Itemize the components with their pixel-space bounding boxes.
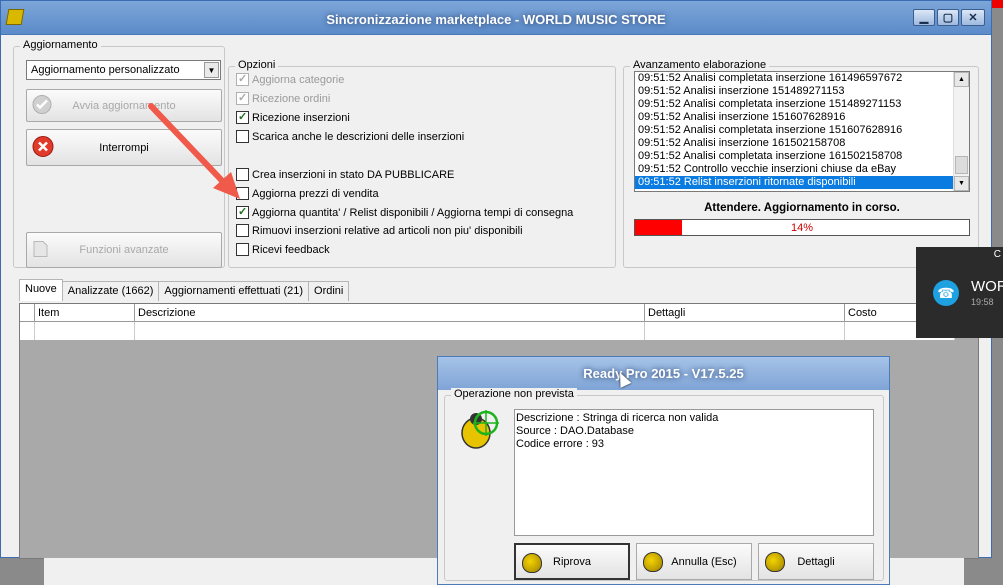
- progress-group-legend: Avanzamento elaborazione: [630, 59, 770, 71]
- annotation-arrow: [148, 103, 240, 199]
- scroll-down-icon[interactable]: ▼: [954, 176, 969, 191]
- option-checkbox[interactable]: [236, 243, 249, 256]
- tab-3[interactable]: Aggiornamenti effettuati (21): [158, 281, 310, 301]
- option-label: Scarica anche le descrizioni delle inser…: [252, 130, 465, 143]
- option-8[interactable]: Rimuovi inserzioni relative ad articoli …: [236, 224, 523, 237]
- option-checkbox[interactable]: [236, 206, 249, 219]
- grid-col-details[interactable]: Dettagli: [645, 304, 845, 322]
- option-label: Ricezione inserzioni: [252, 111, 350, 124]
- option-label: Crea inserzioni in stato DA PUBBLICARE: [252, 168, 455, 181]
- option-9[interactable]: Ricevi feedback: [236, 243, 330, 256]
- details-label: Dettagli: [797, 555, 835, 568]
- option-checkbox[interactable]: [236, 73, 249, 86]
- option-label: Aggiorna quantita' / Relist disponibili …: [252, 206, 574, 219]
- grid-header: Item Descrizione Dettagli Costo: [20, 304, 955, 322]
- status-text: Attendere. Aggiornamento in corso.: [704, 202, 900, 214]
- option-3[interactable]: Ricezione inserzioni: [236, 111, 350, 124]
- option-label: Rimuovi inserzioni relative ad articoli …: [252, 224, 523, 237]
- retry-button[interactable]: Riprova: [514, 543, 630, 580]
- grid-col-description[interactable]: Descrizione: [135, 304, 645, 322]
- grid-row[interactable]: [20, 322, 955, 340]
- log-line[interactable]: 09:51:52 Controllo vecchie inserzioni ch…: [635, 163, 969, 176]
- title-bar[interactable]: Sincronizzazione marketplace - WORLD MUS…: [1, 1, 991, 35]
- grid-col-item[interactable]: Item: [35, 304, 135, 322]
- error-icon: [32, 135, 54, 160]
- tab-bar: Nuove Analizzate (1662) Aggiornamenti effe…: [19, 279, 350, 303]
- tab-2[interactable]: Analizzate (1662): [61, 281, 160, 301]
- chevron-down-icon[interactable]: ▼: [204, 62, 219, 78]
- retry-label: Riprova: [553, 555, 591, 568]
- update-group-legend: Aggiornamento: [20, 39, 101, 51]
- progress-bar: 14%: [634, 219, 970, 236]
- option-label: Ricevi feedback: [252, 243, 330, 256]
- option-6[interactable]: Aggiorna prezzi di vendita: [236, 187, 379, 200]
- scroll-up-icon[interactable]: ▲: [954, 72, 969, 87]
- bug-stop-icon: [643, 552, 663, 572]
- error-description: Descrizione : Stringa di ricerca non val…: [516, 412, 719, 424]
- window-title: Sincronizzazione marketplace - WORLD MUS…: [326, 12, 666, 27]
- option-5[interactable]: Crea inserzioni in stato DA PUBBLICARE: [236, 168, 454, 181]
- document-icon: [32, 239, 50, 262]
- bug-target-icon: [456, 407, 502, 456]
- option-7[interactable]: Aggiorna quantita' / Relist disponibili …: [236, 206, 573, 219]
- log-scrollbar[interactable]: ▲ ▼: [953, 72, 969, 191]
- option-4[interactable]: Scarica anche le descrizioni delle inser…: [236, 130, 464, 143]
- options-group-legend: Opzioni: [235, 59, 279, 71]
- log-line[interactable]: 09:51:52 Relist inserzioni ritornate dis…: [635, 176, 969, 189]
- advanced-functions-label: Funzioni avanzate: [79, 244, 169, 256]
- details-button[interactable]: Dettagli: [758, 543, 874, 580]
- log-line[interactable]: 09:51:52 Analisi inserzione 161502158708: [635, 137, 969, 150]
- advanced-functions-button[interactable]: Funzioni avanzate: [26, 232, 222, 268]
- bug-play-icon: [522, 553, 542, 573]
- bug-search-icon: [765, 552, 785, 572]
- toast-title: WOR: [971, 278, 1003, 295]
- dialog-title[interactable]: Ready Pro 2015 - V17.5.25: [438, 357, 889, 390]
- cancel-button[interactable]: Annulla (Esc): [636, 543, 752, 580]
- progress-log[interactable]: 09:51:52 Analisi completata inserzione 1…: [634, 71, 970, 192]
- log-line[interactable]: 09:51:52 Analisi completata inserzione 1…: [635, 72, 969, 85]
- option-label: Aggiorna prezzi di vendita: [252, 187, 379, 200]
- option-label: Ricezione ordini: [252, 92, 331, 105]
- tab-4[interactable]: Ordini: [308, 281, 350, 301]
- scroll-thumb[interactable]: [955, 156, 968, 174]
- error-message-box[interactable]: Descrizione : Stringa di ricerca non val…: [514, 409, 874, 536]
- check-circle-icon: [32, 94, 52, 117]
- dialog-group-legend: Operazione non prevista: [451, 388, 577, 400]
- tab-1[interactable]: Nuove: [19, 279, 63, 301]
- log-line[interactable]: 09:51:52 Analisi inserzione 151489271153: [635, 85, 969, 98]
- minimize-button[interactable]: ▁: [913, 9, 935, 26]
- maximize-button[interactable]: ▢: [937, 9, 959, 26]
- option-checkbox[interactable]: [236, 224, 249, 237]
- toast-time: 19:58: [971, 297, 994, 307]
- log-line[interactable]: 09:51:52 Analisi inserzione 151607628916: [635, 111, 969, 124]
- update-mode-value: Aggiornamento personalizzato: [31, 64, 180, 76]
- log-line[interactable]: 09:51:52 Analisi completata inserzione 1…: [635, 150, 969, 163]
- phone-icon: ☎: [933, 280, 959, 306]
- error-source: Source : DAO.Database: [516, 425, 635, 437]
- progress-percent: 14%: [790, 222, 814, 234]
- toast-header: C: [993, 249, 1001, 260]
- update-mode-select[interactable]: Aggiornamento personalizzato ▼: [26, 60, 221, 80]
- option-1[interactable]: Aggiorna categorie: [236, 73, 344, 86]
- log-line[interactable]: 09:51:52 Analisi completata inserzione 1…: [635, 124, 969, 137]
- log-line[interactable]: 09:51:52 Analisi completata inserzione 1…: [635, 98, 969, 111]
- close-button[interactable]: ✕: [961, 9, 985, 26]
- error-code: Codice errore : 93: [516, 438, 605, 450]
- grid-col-selector[interactable]: [20, 304, 35, 322]
- cancel-label: Annulla (Esc): [671, 555, 737, 568]
- option-label: Aggiorna categorie: [252, 73, 345, 86]
- error-dialog: Ready Pro 2015 - V17.5.25 Operazione non…: [437, 356, 890, 585]
- notification-toast[interactable]: C ☎ WOR 19:58: [916, 247, 1003, 338]
